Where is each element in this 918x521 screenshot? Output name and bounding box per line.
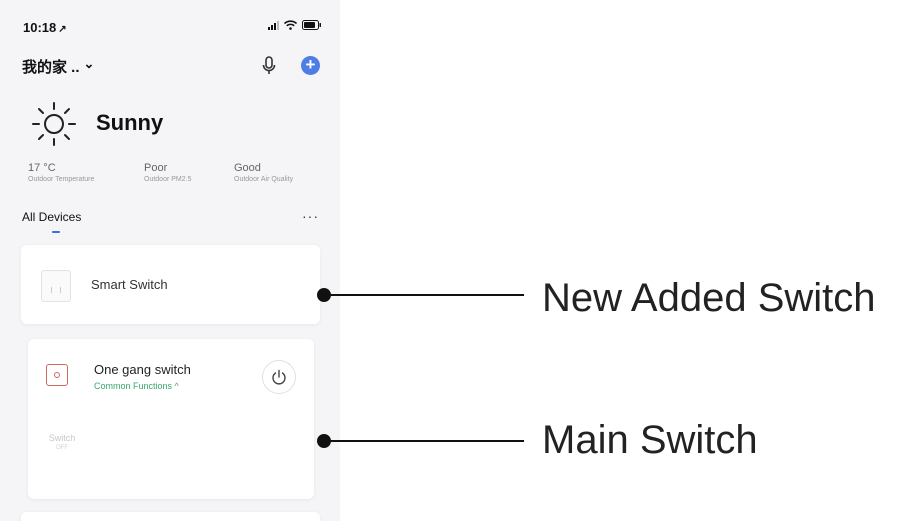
tab-all-devices[interactable]: All Devices bbox=[22, 210, 81, 224]
chevron-down-icon: ⌄ bbox=[83, 55, 95, 71]
metric-label: Outdoor Temperature bbox=[28, 176, 95, 183]
metric-value: Good bbox=[234, 162, 261, 174]
smart-switch-icon bbox=[41, 270, 71, 302]
callout-new-added-switch: New Added Switch bbox=[542, 276, 876, 320]
more-icon[interactable]: ··· bbox=[302, 208, 319, 224]
microphone-icon[interactable] bbox=[262, 56, 276, 81]
callout-line-new bbox=[328, 294, 524, 296]
metric-pm25: Poor Outdoor PM2.5 bbox=[144, 162, 191, 183]
battery-icon bbox=[302, 20, 322, 30]
switch-state: OFF bbox=[56, 445, 68, 451]
metric-air-quality: Good Outdoor Air Quality bbox=[234, 162, 293, 183]
device-card-next[interactable] bbox=[21, 512, 320, 521]
phone-screen: 10:18 ↗ 我的家 .. ⌄ + Sunny 17 °C Outdoor T… bbox=[0, 0, 340, 521]
power-button[interactable] bbox=[262, 360, 296, 394]
metric-value: 17 °C bbox=[28, 162, 56, 174]
switch-label: Switch bbox=[48, 433, 76, 443]
wifi-icon bbox=[284, 20, 297, 30]
signal-icon bbox=[268, 20, 279, 30]
metric-value: Poor bbox=[144, 162, 168, 174]
home-selector[interactable]: 我的家 .. ⌄ bbox=[22, 56, 94, 77]
device-name: One gang switch bbox=[94, 362, 191, 377]
status-time: 10:18 ↗ bbox=[23, 20, 67, 35]
sun-icon bbox=[30, 100, 78, 153]
switch-toggle[interactable]: Switch OFF bbox=[45, 433, 79, 451]
metric-label: Outdoor PM2.5 bbox=[144, 176, 192, 183]
gang-switch-icon bbox=[46, 364, 68, 386]
page: 10:18 ↗ 我的家 .. ⌄ + Sunny 17 °C Outdoor T… bbox=[0, 0, 918, 521]
status-icons bbox=[268, 20, 322, 30]
callout-main-switch: Main Switch bbox=[542, 418, 758, 462]
device-card-smart-switch[interactable]: Smart Switch bbox=[21, 245, 320, 324]
devices-section-header: All Devices ··· bbox=[22, 208, 322, 238]
callout-line-main bbox=[328, 440, 524, 442]
home-name: 我的家 .. bbox=[22, 59, 80, 76]
common-functions-link[interactable]: Common Functions ^ bbox=[94, 381, 179, 391]
device-card-one-gang-switch[interactable]: One gang switch Common Functions ^ Switc… bbox=[28, 339, 314, 499]
plus-circle-icon[interactable]: + bbox=[301, 56, 320, 75]
metric-temperature: 17 °C Outdoor Temperature bbox=[28, 162, 94, 183]
status-bar: 10:18 ↗ bbox=[0, 0, 340, 44]
device-name: Smart Switch bbox=[91, 277, 168, 292]
power-icon bbox=[272, 369, 286, 385]
location-arrow-icon: ↗ bbox=[58, 24, 67, 35]
tab-active-indicator bbox=[52, 231, 60, 233]
weather-condition: Sunny bbox=[96, 110, 164, 135]
status-time-text: 10:18 bbox=[23, 20, 57, 35]
weather-metrics: 17 °C Outdoor Temperature Poor Outdoor P… bbox=[28, 162, 328, 192]
metric-label: Outdoor Air Quality bbox=[234, 176, 294, 183]
home-header: 我的家 .. ⌄ + bbox=[22, 56, 322, 80]
